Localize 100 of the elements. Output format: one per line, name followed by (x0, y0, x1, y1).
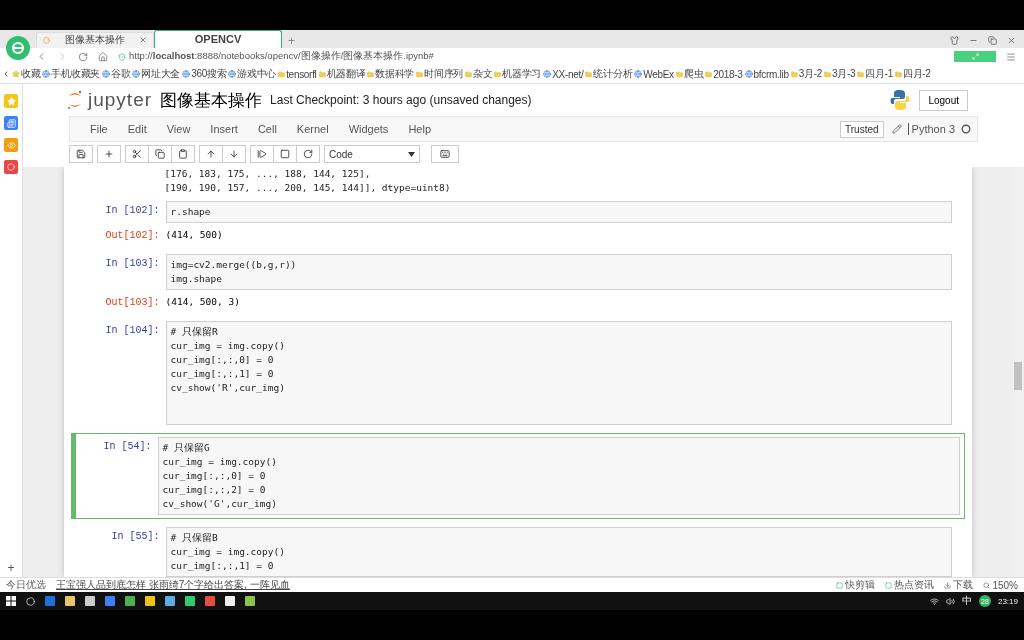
move-down-button[interactable] (222, 145, 246, 164)
restart-icon (303, 149, 313, 160)
output-prompt: Out[102]: (104, 229, 161, 243)
bookmark[interactable]: 机器学习 (494, 67, 542, 82)
scrollbar-thumb[interactable] (1014, 362, 1022, 391)
output-text: (414, 500) (165, 228, 223, 243)
volume-icon[interactable] (945, 596, 955, 606)
taskbar-app-icon[interactable] (165, 596, 175, 607)
taskbar-app-icon[interactable] (225, 596, 235, 607)
bookmark[interactable]: XX-net/ (543, 68, 584, 80)
folder-icon (675, 70, 683, 78)
save-button[interactable] (69, 145, 93, 164)
bookmark[interactable]: 手机收藏夹 (42, 67, 100, 82)
taskbar-app-icon[interactable] (145, 596, 155, 607)
headline-link[interactable]: 王宝强人品到底怎样 张雨绮7个字给出答案, 一阵见血 (56, 578, 290, 593)
move-up-button[interactable] (199, 145, 223, 164)
restore-icon[interactable] (988, 35, 997, 45)
menu-item[interactable]: Widgets (338, 123, 399, 136)
folder-icon (857, 70, 865, 78)
cut-button[interactable] (125, 145, 149, 164)
sidebar-app-button[interactable] (4, 160, 18, 175)
star-icon (12, 70, 20, 79)
bookmark[interactable]: 3月-2 (790, 67, 822, 82)
status-button[interactable]: 热点资讯 (885, 578, 935, 593)
download-icon (944, 581, 952, 589)
menu-item[interactable]: Edit (117, 123, 157, 136)
menu-item[interactable]: File (80, 123, 118, 136)
bookmark[interactable]: tensorfl (278, 68, 317, 80)
code-cell[interactable]: # 只保留B cur_img = img.copy() cur_img[:,:,1] = 0 (165, 527, 952, 578)
menu-item[interactable]: Help (398, 123, 441, 136)
code-cell[interactable]: img=cv2.merge((b,g,r)) img.shape (165, 254, 952, 291)
close-icon[interactable] (139, 36, 147, 45)
pencil-icon[interactable] (891, 124, 902, 135)
bookmark[interactable]: 四月-2 (894, 67, 931, 82)
browser-tab[interactable]: 图像基本操作 (36, 31, 154, 48)
bookmark[interactable]: WebEx (634, 68, 674, 80)
caret-icon (408, 151, 415, 157)
code-cell[interactable]: # 只保留R cur_img = img.copy() cur_img[:,:,0] = 0 cur_img[:,:,1] = 0 cv_show('R',cur_img) (165, 321, 952, 426)
globe-icon (634, 70, 643, 79)
taskbar-app-icon[interactable] (125, 596, 135, 607)
menu-item[interactable]: Kernel (286, 123, 339, 136)
notebook-title[interactable]: 图像基本操作 (160, 88, 263, 112)
status-label: 下载 (953, 578, 974, 593)
menu-item[interactable]: Insert (200, 123, 248, 136)
taskbar-app-icon[interactable] (245, 596, 255, 607)
menu-item[interactable]: Cell (247, 123, 287, 136)
network-icon[interactable] (929, 596, 939, 606)
menu-item[interactable]: View (156, 123, 201, 136)
input-prompt: In [54]: (102, 440, 153, 455)
run-button[interactable] (250, 145, 274, 164)
bookmark[interactable]: 数据科学 (367, 67, 415, 82)
stop-button[interactable] (273, 145, 297, 164)
bookmark[interactable]: 杂文 (465, 67, 493, 82)
bookmark[interactable]: 3月-3 (823, 67, 856, 82)
bookmark[interactable]: 360搜索 (182, 67, 227, 82)
trusted-button[interactable]: Trusted (840, 120, 884, 138)
taskbar-app-icon[interactable] (85, 596, 95, 607)
reload-icon[interactable] (78, 51, 88, 62)
zoom-button[interactable]: 150% (983, 579, 1018, 591)
taskbar-app-icon[interactable] (185, 596, 195, 607)
shield-icon (118, 52, 126, 61)
add-button[interactable]: + (7, 561, 15, 578)
keyboard-button[interactable] (431, 145, 459, 164)
bookmark[interactable]: 2018-3 (705, 68, 743, 80)
bookmark[interactable]: 四月-1 (857, 67, 893, 82)
windows-icon[interactable] (6, 596, 16, 607)
copy-button[interactable] (148, 145, 172, 164)
cell-type-select[interactable]: Code (324, 145, 420, 164)
bookmark[interactable]: 统计分析 (585, 67, 633, 82)
home-icon[interactable] (98, 51, 108, 62)
shirt-icon[interactable] (950, 35, 959, 45)
bookmark[interactable]: bfcrm.lib (744, 68, 789, 80)
bookmark[interactable]: 游戏中心 (228, 67, 277, 82)
logout-button[interactable]: Logout (919, 89, 968, 111)
folder-icon (318, 70, 326, 78)
news-button[interactable] (4, 116, 18, 131)
jupyter-logo: jupyter (67, 89, 153, 112)
circle-icon (7, 163, 15, 172)
ime-indicator[interactable]: 中 (961, 594, 972, 609)
code-cell[interactable]: r.shape (165, 201, 952, 224)
folder-icon (367, 70, 375, 78)
bookmark[interactable]: 谷歌 (101, 67, 131, 82)
bookmark[interactable]: 机器翻译 (318, 67, 366, 82)
input-prompt: In [55]: (110, 530, 161, 545)
bookmark[interactable]: 时间序列 (416, 67, 463, 82)
code-cell[interactable]: # 只保留G cur_img = img.copy() cur_img[:,:,0] = 0 cur_img[:,:,2] = 0 cv_show('G',cur_img) (157, 437, 960, 516)
taskbar-app-icon[interactable] (65, 596, 75, 607)
bookmark[interactable]: 收藏 (12, 67, 41, 82)
close-icon[interactable] (1007, 35, 1016, 45)
folder-icon (790, 70, 798, 78)
status-button[interactable]: 下载 (944, 578, 974, 593)
news-icon (6, 118, 16, 128)
scroll-left-icon[interactable] (2, 70, 10, 79)
bookmark[interactable]: 爬虫 (675, 67, 704, 82)
restart-button[interactable] (296, 145, 320, 164)
selected-cell[interactable]: In [54]: # 只保留G cur_img = img.copy() cur_img[:,:,0] = 0 cur_img[:,:,2] = 0 cv_show('G',cur_img) (70, 433, 965, 520)
status-button[interactable]: 快剪辑 (836, 578, 876, 593)
paste-button[interactable] (171, 145, 195, 164)
bookmark[interactable]: 网址大全 (132, 67, 181, 82)
globe-icon (228, 70, 237, 79)
